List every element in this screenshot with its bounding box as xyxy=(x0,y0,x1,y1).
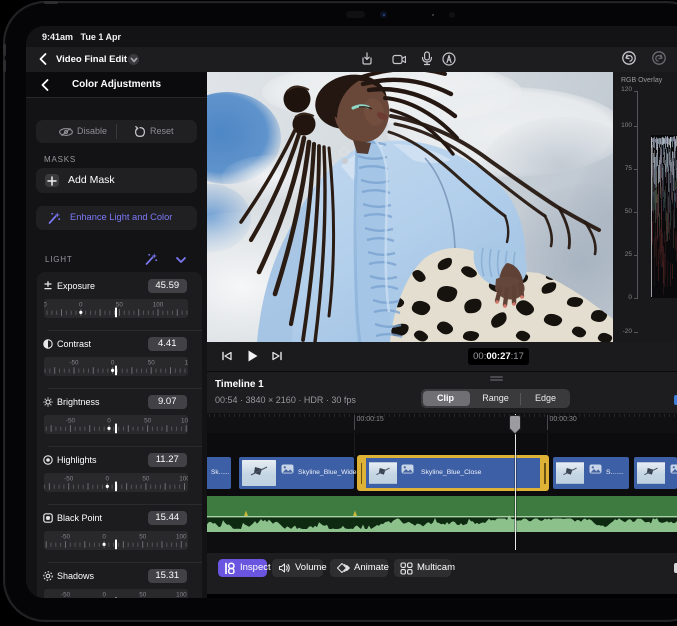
svg-text:-50: -50 xyxy=(64,476,74,483)
svg-text:50: 50 xyxy=(139,592,147,598)
svg-text:100: 100 xyxy=(181,418,188,425)
svg-text:100: 100 xyxy=(179,476,188,483)
svg-text:50: 50 xyxy=(139,534,147,541)
svg-text:0: 0 xyxy=(102,592,106,598)
svg-text:100: 100 xyxy=(176,592,187,598)
svg-text:100: 100 xyxy=(176,534,187,541)
svg-text:-50: -50 xyxy=(66,418,76,425)
svg-text:50: 50 xyxy=(116,302,124,309)
svg-text:0: 0 xyxy=(111,360,115,367)
svg-text:0: 0 xyxy=(79,302,83,309)
svg-text:-50: -50 xyxy=(69,360,79,367)
svg-text:50: 50 xyxy=(148,360,156,367)
svg-text:50: 50 xyxy=(142,476,150,483)
svg-text:0: 0 xyxy=(107,418,111,425)
svg-text:50: 50 xyxy=(144,418,152,425)
svg-text:-50: -50 xyxy=(44,302,47,309)
svg-text:100: 100 xyxy=(153,302,164,309)
svg-text:0: 0 xyxy=(106,476,110,483)
svg-text:-50: -50 xyxy=(61,534,71,541)
svg-text:-50: -50 xyxy=(61,592,71,598)
svg-text:100: 100 xyxy=(185,360,188,367)
svg-text:0: 0 xyxy=(102,534,106,541)
